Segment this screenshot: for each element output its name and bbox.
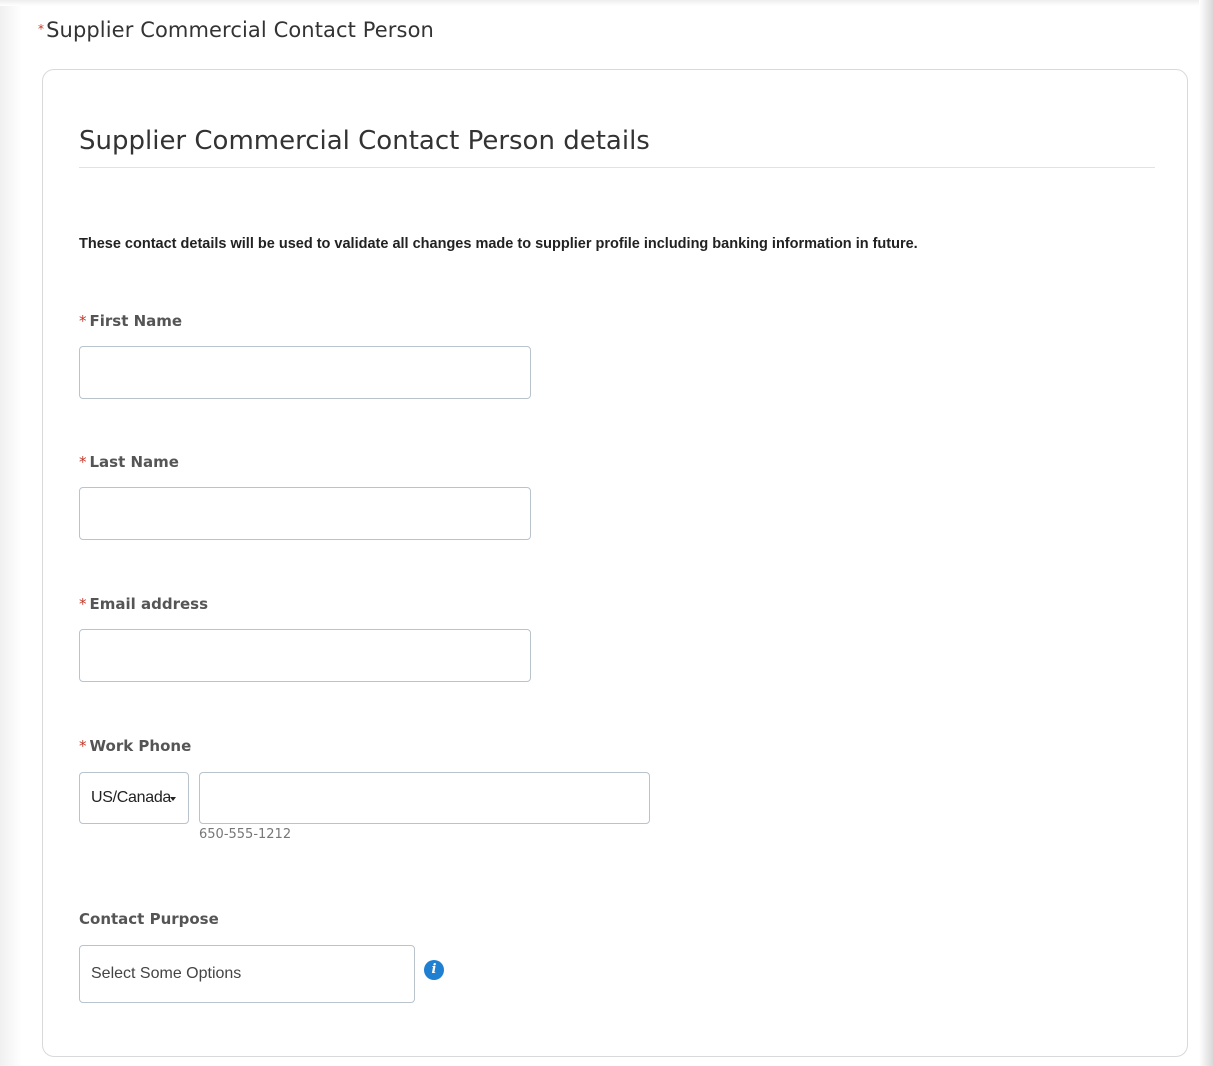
contact-purpose-select[interactable]: Select Some Options [79,945,415,1003]
email-input[interactable] [79,629,531,682]
chevron-down-icon [170,797,176,801]
section-title: *Supplier Commercial Contact Person [38,18,434,42]
required-marker: * [79,595,87,613]
phone-country-value: US/Canada [91,789,172,806]
required-marker: * [79,737,87,755]
contact-purpose-label: Contact Purpose [79,910,219,928]
top-edge-shadow [0,0,1213,6]
required-marker: * [79,453,87,471]
last-name-label: * Last Name [79,453,179,471]
first-name-input[interactable] [79,346,531,399]
validation-notice: These contact details will be used to va… [79,236,918,252]
page: *Supplier Commercial Contact Person Supp… [0,0,1213,1066]
phone-format-hint: 650-555-1212 [199,827,292,842]
first-name-label: * First Name [79,312,182,330]
contact-details-card: Supplier Commercial Contact Person detai… [42,69,1188,1057]
info-icon[interactable]: i [424,960,444,980]
last-name-input[interactable] [79,487,531,540]
last-name-label-text: Last Name [89,453,179,471]
contact-purpose-placeholder: Select Some Options [91,965,242,982]
email-label-text: Email address [89,595,209,613]
phone-country-select[interactable]: US/Canada [79,772,189,824]
left-edge-shadow [0,0,22,1066]
email-label: * Email address [79,595,208,613]
required-marker: * [79,312,87,330]
card-heading: Supplier Commercial Contact Person detai… [79,126,650,156]
right-edge-shadow [1199,0,1213,1066]
work-phone-label: * Work Phone [79,737,191,755]
work-phone-label-text: Work Phone [89,737,192,755]
required-marker: * [38,22,45,36]
card-divider [79,167,1155,168]
section-title-text: Supplier Commercial Contact Person [46,18,434,42]
work-phone-input[interactable] [199,772,650,824]
first-name-label-text: First Name [89,312,183,330]
